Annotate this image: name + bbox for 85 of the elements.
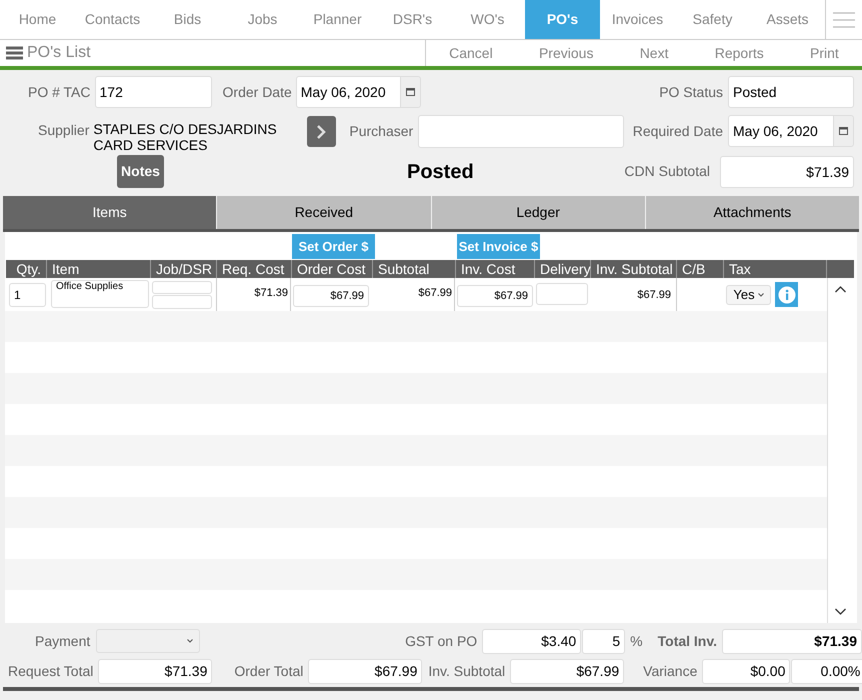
nav-tab[interactable]: Assets bbox=[750, 0, 825, 39]
nav-tab[interactable]: Contacts bbox=[75, 0, 150, 39]
table-cell-text: $67.99 bbox=[636, 288, 672, 302]
menu-icon[interactable] bbox=[6, 46, 23, 60]
field-label: Order Date bbox=[222, 82, 292, 102]
toolbar-button[interactable]: Cancel bbox=[449, 42, 493, 64]
field-label: Payment bbox=[35, 632, 90, 651]
supplier-name: STAPLES C/O DESJARDINS CARD SERVICES bbox=[93, 121, 278, 153]
column-header: Inv. Subtotal bbox=[591, 260, 677, 278]
notes-button[interactable]: Notes bbox=[117, 155, 164, 188]
info-icon bbox=[778, 286, 796, 304]
input-field[interactable] bbox=[152, 294, 212, 308]
column-header: Job/DSR bbox=[151, 260, 217, 278]
field-label: Request Total bbox=[8, 662, 94, 681]
nav-tab[interactable]: Safety bbox=[675, 0, 750, 39]
input-field[interactable]: 172 bbox=[94, 76, 212, 108]
input-field[interactable]: $71.39 bbox=[98, 658, 212, 684]
input-field[interactable]: $0.00 bbox=[702, 658, 790, 684]
section-tab[interactable]: Items bbox=[3, 196, 216, 229]
field-label: Total Inv. bbox=[658, 632, 717, 650]
date-field[interactable]: May 06, 2020 bbox=[728, 115, 834, 147]
input-field[interactable]: 0.00% bbox=[791, 658, 862, 684]
section-tab[interactable]: Ledger bbox=[432, 196, 645, 229]
column-header: Order Cost bbox=[292, 260, 373, 278]
field-label: PO # TAC bbox=[28, 82, 91, 102]
calendar-button[interactable] bbox=[400, 76, 421, 108]
toolbar-button[interactable]: Next bbox=[640, 42, 668, 64]
nav-tab[interactable]: Bids bbox=[150, 0, 225, 39]
chevron-button[interactable] bbox=[307, 116, 336, 147]
input-field[interactable] bbox=[536, 282, 588, 304]
field-label: Purchaser bbox=[349, 122, 414, 141]
toolbar-button[interactable]: Print bbox=[810, 42, 839, 64]
input-field[interactable]: $71.39 bbox=[722, 628, 862, 654]
field-label: GST on PO bbox=[405, 632, 478, 650]
input-field[interactable]: Posted bbox=[728, 76, 854, 108]
calendar-button[interactable] bbox=[834, 115, 854, 147]
field-label: PO Status bbox=[659, 82, 723, 102]
nav-tab[interactable]: Home bbox=[0, 0, 75, 39]
field-label: CDN Subtotal bbox=[624, 162, 710, 181]
toolbar-button[interactable]: Previous bbox=[538, 42, 594, 64]
input-field[interactable]: $67.99 bbox=[308, 658, 422, 684]
column-header: C/B bbox=[677, 260, 724, 278]
nav-tab[interactable]: WO's bbox=[450, 0, 525, 39]
info-button[interactable] bbox=[775, 282, 798, 307]
chevron-down-icon[interactable] bbox=[834, 608, 846, 615]
caret-icon bbox=[187, 639, 194, 643]
column-header: Subtotal bbox=[373, 260, 456, 278]
field-label: Order Total bbox=[234, 662, 304, 680]
date-field[interactable]: May 06, 2020 bbox=[296, 76, 401, 108]
input-field[interactable]: Office Supplies bbox=[51, 280, 149, 308]
calendar-icon bbox=[839, 127, 848, 135]
chevron-up-icon[interactable] bbox=[834, 286, 846, 293]
field-label: Variance bbox=[643, 662, 698, 680]
nav-tab[interactable]: DSR's bbox=[375, 0, 450, 39]
column-header: Item bbox=[47, 260, 151, 278]
field-label: Supplier bbox=[38, 121, 90, 140]
input-field[interactable] bbox=[418, 115, 624, 148]
field-label: Inv. Subtotal bbox=[428, 662, 506, 680]
input-field[interactable]: $67.99 bbox=[457, 284, 533, 306]
column-header: Qty. bbox=[6, 260, 47, 278]
section-tab[interactable]: Attachments bbox=[646, 196, 859, 229]
input-field[interactable]: $67.99 bbox=[293, 284, 369, 306]
column-header: Inv. Cost bbox=[456, 260, 535, 278]
input-field[interactable] bbox=[152, 280, 212, 294]
field-label: Required Date bbox=[632, 122, 723, 141]
status-heading: Posted bbox=[407, 160, 474, 184]
input-field[interactable]: $67.99 bbox=[510, 658, 624, 684]
chevron-right-icon bbox=[317, 124, 326, 138]
toolbar-button[interactable]: Reports bbox=[714, 42, 764, 64]
nav-tab[interactable]: Invoices bbox=[600, 0, 675, 39]
page-title: PO's List bbox=[27, 43, 91, 63]
input-field[interactable]: 1 bbox=[9, 282, 46, 306]
input-field[interactable]: 5 bbox=[582, 628, 626, 654]
input-field[interactable]: $71.39 bbox=[720, 156, 854, 188]
input-field[interactable]: $3.40 bbox=[482, 628, 582, 654]
calendar-icon bbox=[406, 88, 415, 96]
section-tab[interactable]: Received bbox=[217, 196, 430, 229]
percent-sign: % bbox=[630, 632, 643, 650]
tax-select[interactable]: Yes bbox=[726, 284, 771, 304]
nav-tab[interactable]: Jobs bbox=[225, 0, 300, 39]
column-header: Tax bbox=[724, 260, 827, 278]
caret-icon bbox=[758, 292, 764, 296]
nav-tab[interactable]: Planner bbox=[300, 0, 375, 39]
column-header: Delivery bbox=[535, 260, 591, 278]
column-header: Req. Cost bbox=[217, 260, 292, 278]
